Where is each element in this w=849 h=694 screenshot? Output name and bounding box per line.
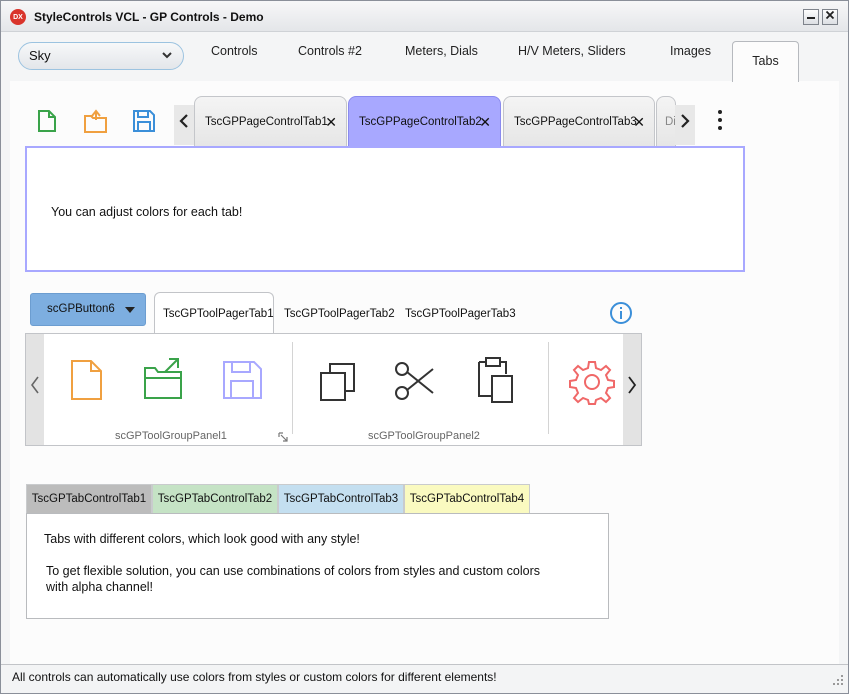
copy-icon[interactable] — [318, 361, 358, 406]
tool-group-label: scGPToolGroupPanel2 — [368, 430, 480, 442]
page-tab-2[interactable]: TscGPPageControlTab2 ✕ — [348, 96, 501, 146]
tab-hv-meters-sliders[interactable]: H/V Meters, Sliders — [518, 44, 626, 58]
tab-images[interactable]: Images — [670, 44, 711, 58]
page-tab-label: TscGPPageControlTab2 — [359, 116, 482, 128]
tab-control-panel: Tabs with different colors, which look g… — [26, 513, 609, 619]
info-icon[interactable] — [609, 301, 633, 328]
tab-control-tab-4[interactable]: TscGPTabControlTab4 — [404, 484, 530, 513]
page-control-text: You can adjust colors for each tab! — [51, 205, 243, 219]
tab-control-text-2: To get flexible solution, you can use co… — [46, 564, 540, 578]
tool-pager-scroll-left[interactable] — [26, 334, 44, 445]
gear-icon[interactable] — [568, 359, 616, 408]
tab-control-tab-1[interactable]: TscGPTabControlTab1 — [26, 484, 152, 513]
close-icon[interactable]: ✕ — [325, 114, 337, 131]
tab-tabs[interactable]: Tabs — [732, 41, 799, 82]
chevron-down-icon — [161, 43, 173, 78]
tab-controls[interactable]: Controls — [211, 44, 258, 58]
close-icon — [825, 10, 835, 20]
page-tab-3[interactable]: TscGPPageControlTab3 ✕ — [503, 96, 655, 146]
chevron-right-icon — [628, 376, 637, 394]
page-tabs-scroll-right[interactable] — [675, 105, 695, 145]
status-text: All controls can automatically use color… — [12, 670, 497, 684]
status-bar: All controls can automatically use color… — [1, 664, 848, 693]
style-combo[interactable]: Sky — [18, 42, 184, 70]
style-combo-value: Sky — [29, 48, 51, 63]
tab-control-text-3: with alpha channel! — [46, 580, 154, 594]
new-file-icon[interactable] — [70, 359, 104, 404]
page-tab-label: TscGPPageControlTab1 — [205, 116, 328, 128]
app-window: DX StyleControls VCL - GP Controls - Dem… — [0, 0, 849, 694]
open-file-icon[interactable] — [83, 108, 109, 137]
minimize-icon — [807, 17, 815, 19]
tab-control-text-1: Tabs with different colors, which look g… — [44, 532, 360, 546]
tab-controls-2[interactable]: Controls #2 — [298, 44, 362, 58]
cut-icon[interactable] — [393, 359, 437, 406]
tool-pager-panel: scGPToolGroupPanel1 scGPToolGroupPanel2 — [25, 333, 642, 446]
group-separator — [292, 342, 293, 434]
close-icon[interactable]: ✕ — [633, 114, 645, 131]
dialog-launcher-icon[interactable] — [278, 431, 288, 445]
tab-meters-dials[interactable]: Meters, Dials — [405, 44, 478, 58]
export-folder-icon[interactable] — [143, 356, 185, 403]
close-window-button[interactable] — [822, 9, 838, 25]
group-separator — [548, 342, 549, 434]
gp-dropdown-button[interactable]: scGPButton6 — [30, 293, 146, 326]
tool-pager-scroll-right[interactable] — [623, 334, 641, 445]
page-control-panel: You can adjust colors for each tab! — [25, 146, 745, 272]
dropdown-arrow-icon — [125, 307, 135, 313]
tool-group-label: scGPToolGroupPanel1 — [115, 430, 227, 442]
tool-pager-tab-2[interactable]: TscGPToolPagerTab2 — [284, 308, 395, 320]
more-vertical-icon[interactable] — [718, 110, 722, 134]
chevron-right-icon — [681, 114, 690, 128]
page-tab-4[interactable]: Di — [656, 96, 676, 146]
save-icon[interactable] — [222, 360, 264, 403]
chevron-left-icon — [179, 114, 188, 128]
minimize-button[interactable] — [803, 9, 819, 25]
resize-grip-icon[interactable] — [832, 674, 844, 689]
title-bar: DX StyleControls VCL - GP Controls - Dem… — [1, 1, 848, 32]
gp-button-label: scGPButton6 — [47, 303, 115, 315]
tab-control-tab-2[interactable]: TscGPTabControlTab2 — [152, 484, 278, 513]
main-content: Sky Controls Controls #2 Meters, Dials H… — [1, 32, 848, 667]
page-tab-1[interactable]: TscGPPageControlTab1 ✕ — [194, 96, 347, 146]
chevron-left-icon — [31, 376, 39, 394]
window-title: StyleControls VCL - GP Controls - Demo — [34, 10, 264, 24]
tab-control-tab-3[interactable]: TscGPTabControlTab3 — [278, 484, 404, 513]
tool-pager-tab-1[interactable]: TscGPToolPagerTab1 — [154, 292, 274, 334]
save-icon[interactable] — [132, 109, 156, 136]
page-tab-label: TscGPPageControlTab3 — [514, 116, 637, 128]
page-tabs-scroll-left[interactable] — [174, 105, 194, 145]
tool-pager-tab-3[interactable]: TscGPToolPagerTab3 — [405, 308, 516, 320]
new-file-icon[interactable] — [36, 109, 58, 136]
app-icon: DX — [10, 9, 26, 25]
paste-icon[interactable] — [476, 356, 516, 407]
close-icon[interactable]: ✕ — [479, 114, 491, 131]
